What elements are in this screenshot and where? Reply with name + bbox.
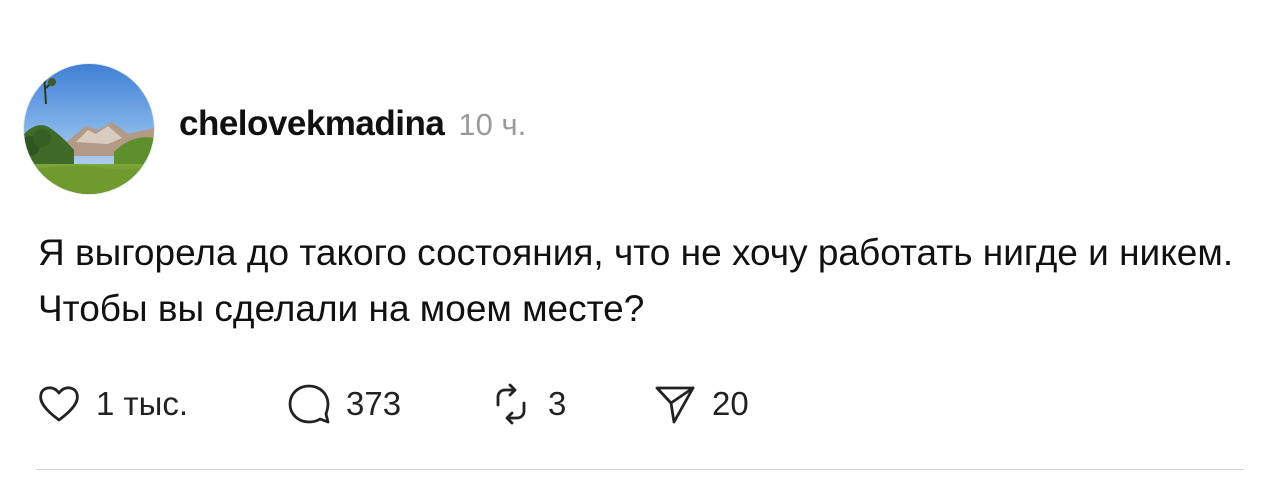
comment-button[interactable]: 373 [286, 381, 401, 427]
post-text: Я выгорела до такого состояния, что не х… [38, 232, 1234, 329]
repost-button[interactable]: 3 [488, 381, 566, 427]
post-timestamp[interactable]: 10 ч. [458, 107, 526, 143]
like-button[interactable]: 1 тыс. [36, 381, 188, 427]
like-count: 1 тыс. [96, 385, 189, 422]
share-button[interactable]: 20 [652, 381, 749, 427]
share-count: 20 [712, 385, 749, 422]
mountain-landscape-avatar-image [24, 64, 154, 194]
comment-bubble-icon [288, 384, 330, 424]
send-icon [655, 386, 695, 424]
avatar[interactable] [24, 64, 154, 194]
post-divider [36, 469, 1244, 470]
post-header: chelovekmadina 10 ч. [179, 104, 526, 144]
repost-count: 3 [548, 385, 567, 422]
heart-icon [39, 386, 79, 422]
username-link[interactable]: chelovekmadina [179, 104, 445, 144]
comment-count: 373 [346, 385, 402, 422]
repost-icon [496, 383, 526, 425]
